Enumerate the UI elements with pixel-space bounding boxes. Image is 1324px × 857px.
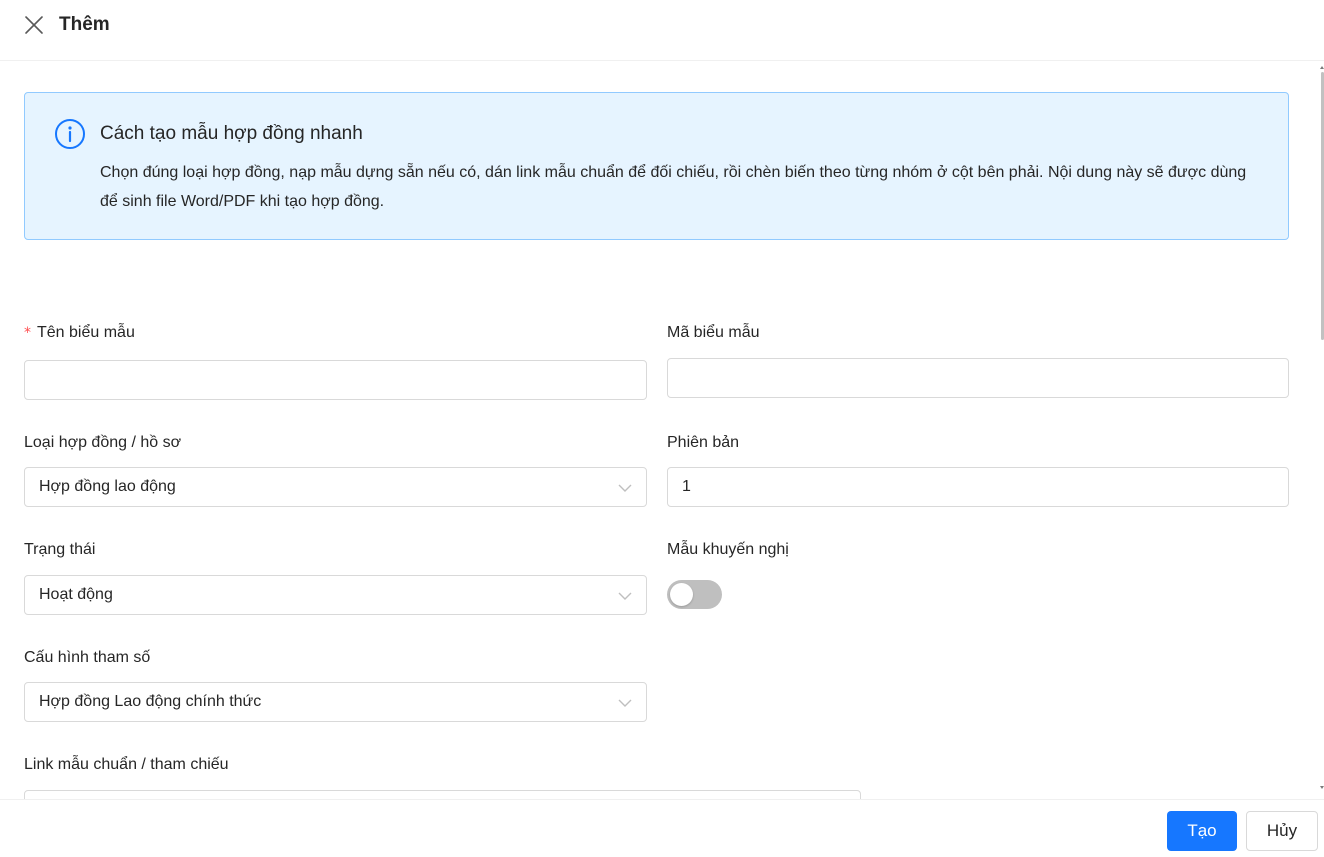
cancel-button[interactable]: Hủy [1246, 811, 1318, 851]
template-name-label: * Tên biểu mẫu [24, 323, 135, 343]
chevron-down-icon [618, 589, 632, 603]
template-code-input[interactable] [667, 358, 1289, 398]
contract-type-label: Loại hợp đồng / hồ sơ [24, 434, 182, 451]
scroll-down-arrow[interactable] [1320, 786, 1324, 789]
required-mark: * [24, 325, 31, 341]
reference-link-label: Link mẫu chuẩn / tham chiếu [24, 756, 229, 773]
create-button[interactable]: Tạo [1167, 811, 1237, 851]
status-select[interactable]: Hoạt động [24, 575, 647, 615]
reference-link-input[interactable] [24, 790, 861, 799]
param-config-value: Hợp đồng Lao động chính thức [39, 693, 262, 710]
param-config-select[interactable]: Hợp đồng Lao động chính thức [24, 682, 647, 722]
recommended-toggle[interactable] [667, 580, 722, 609]
alert-description: Chọn đúng loại hợp đồng, nạp mẫu dựng sẵ… [100, 164, 1247, 210]
contract-type-value: Hợp đồng lao động [39, 478, 176, 495]
chevron-down-icon [618, 481, 632, 495]
contract-type-select[interactable]: Hợp đồng lao động [24, 467, 647, 507]
template-name-label-text: Tên biểu mẫu [37, 324, 135, 341]
version-label: Phiên bản [667, 434, 740, 451]
status-value: Hoạt động [39, 586, 113, 603]
param-config-label: Cấu hình tham số [24, 649, 151, 666]
template-code-label: Mã biểu mẫu [667, 324, 760, 341]
drawer: Thêm Cách tạo mẫu hợp đồng nhanh Chọn đú… [0, 0, 1324, 857]
close-icon[interactable] [24, 15, 44, 35]
status-label: Trạng thái [24, 541, 96, 558]
version-input[interactable]: 1 [667, 467, 1289, 507]
info-circle-icon [54, 118, 86, 150]
chevron-down-icon [618, 696, 632, 710]
drawer-header: Thêm [0, 0, 1324, 61]
drawer-footer: Tạo Hủy [0, 799, 1324, 857]
alert-title: Cách tạo mẫu hợp đồng nhanh [100, 123, 363, 144]
template-name-input[interactable] [24, 360, 647, 400]
toggle-knob [670, 583, 693, 606]
info-alert: Cách tạo mẫu hợp đồng nhanh Chọn đúng lo… [24, 92, 1289, 240]
recommended-label: Mẫu khuyến nghị [667, 541, 789, 558]
drawer-body: Cách tạo mẫu hợp đồng nhanh Chọn đúng lo… [0, 62, 1324, 799]
scroll-up-arrow[interactable] [1320, 66, 1324, 69]
drawer-title: Thêm [59, 14, 110, 35]
